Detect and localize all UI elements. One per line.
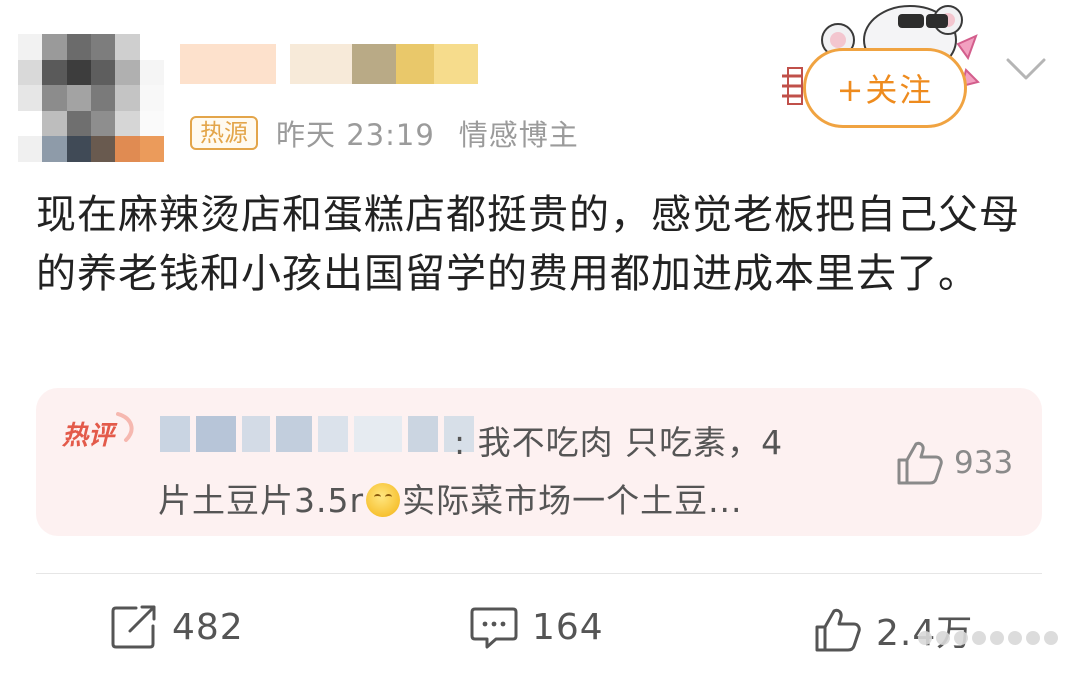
hot-source-badge: 热源 [190, 116, 258, 150]
hot-comment-badge-icon: 热评 [61, 412, 134, 451]
hot-comment-text-line2: 片土豆片3.5r 实际菜市场一个土豆... [158, 474, 743, 522]
repost-icon [111, 605, 156, 649]
post-source[interactable]: 情感博主 [459, 112, 579, 154]
username-blurred[interactable] [180, 38, 480, 90]
commenter-name-blurred[interactable] [160, 416, 474, 452]
hot-comment-text-line1: : 我不吃肉 只吃素，4 [454, 423, 784, 462]
comment-count: 164 [532, 606, 604, 648]
thumbs-up-icon [897, 441, 943, 485]
repost-count: 482 [172, 606, 244, 648]
hot-comment-text-part1: 片土豆片3.5r [158, 481, 365, 520]
hot-comment-text-part2: 实际菜市场一个土豆... [402, 481, 743, 520]
hot-comment-like-button[interactable]: 933 [896, 440, 1013, 486]
comment-button[interactable]: 164 [470, 604, 604, 650]
weibo-post-card: 热源 昨天 23:19 情感博主 +关注 现在麻辣烫店和蛋糕店都挺贵的，感觉老板… [0, 0, 1079, 674]
divider [36, 573, 1042, 574]
hot-comment-card[interactable]: 热评 : 我不吃肉 只吃素，4 片土豆片3.5r 实际菜市场一个土豆... 933 [36, 388, 1042, 536]
thumbs-up-icon [815, 608, 861, 652]
avatar[interactable] [18, 34, 164, 162]
repost-button[interactable]: 482 [110, 604, 244, 650]
smile-emoji-icon [366, 483, 401, 517]
hot-comment-like-count: 933 [954, 445, 1014, 481]
follow-button[interactable]: +关注 [803, 48, 967, 128]
watermark [918, 616, 1078, 660]
post-content: 现在麻辣烫店和蛋糕店都挺贵的，感觉老板把自己父母的养老钱和小孩出国留学的费用都加… [36, 192, 1020, 297]
post-time: 昨天 23:19 [276, 118, 435, 152]
post-meta: 热源 昨天 23:19 情感博主 [190, 112, 579, 154]
chevron-down-icon[interactable] [1004, 50, 1048, 86]
comment-icon [470, 607, 518, 649]
hot-comment-badge-text: 热评 [61, 421, 118, 451]
